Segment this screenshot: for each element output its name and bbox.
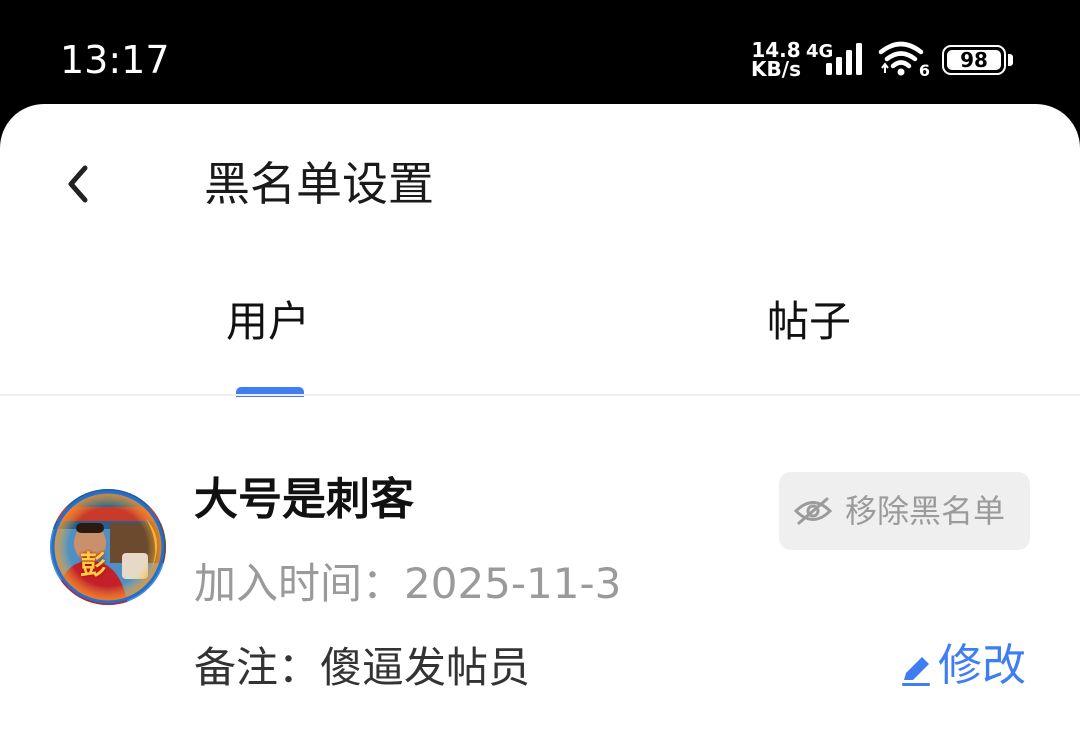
remove-from-blacklist-label: 移除黑名单 bbox=[845, 492, 1006, 530]
wifi-standard-label: 6 bbox=[918, 61, 930, 80]
avatar[interactable]: 彭 bbox=[50, 489, 166, 605]
pencil-icon bbox=[902, 657, 930, 686]
edit-remark-button[interactable]: 修改 bbox=[898, 634, 1026, 698]
avatar-badge-text: 彭 bbox=[80, 551, 107, 581]
tab-users[interactable]: 用户 bbox=[226, 294, 310, 350]
eye-off-icon bbox=[793, 491, 833, 531]
join-time: 加入时间：2025-11-3 bbox=[194, 559, 622, 608]
battery-icon: 98 bbox=[942, 45, 1006, 75]
cellular-signal-icon: 4G bbox=[806, 41, 870, 77]
wifi-icon: 6 bbox=[878, 40, 930, 80]
edit-remark-label: 修改 bbox=[938, 640, 1026, 691]
battery-tip bbox=[1008, 54, 1013, 66]
network-speed: 14.8 KB/s bbox=[748, 40, 804, 81]
tab-divider bbox=[0, 394, 1080, 396]
user-name: 大号是刺客 bbox=[194, 474, 414, 525]
page-title: 黑名单设置 bbox=[204, 157, 434, 211]
network-speed-unit: KB/s bbox=[751, 57, 801, 81]
remark: 备注：傻逼发帖员 bbox=[194, 643, 531, 692]
status-bar: 13:17 14.8 KB/s 4G 6 98 bbox=[0, 0, 1080, 104]
status-time: 13:17 bbox=[60, 38, 170, 82]
battery-level: 98 bbox=[960, 48, 988, 72]
blacklist-settings-sheet: 黑名单设置 用户 帖子 彭 大号是刺客 加入时间：2025-11-3 备注：傻逼… bbox=[0, 104, 1080, 744]
remove-from-blacklist-button[interactable]: 移除黑名单 bbox=[779, 472, 1030, 550]
chevron-left-icon bbox=[68, 165, 88, 203]
back-button[interactable] bbox=[48, 154, 108, 214]
tab-posts[interactable]: 帖子 bbox=[767, 294, 851, 350]
